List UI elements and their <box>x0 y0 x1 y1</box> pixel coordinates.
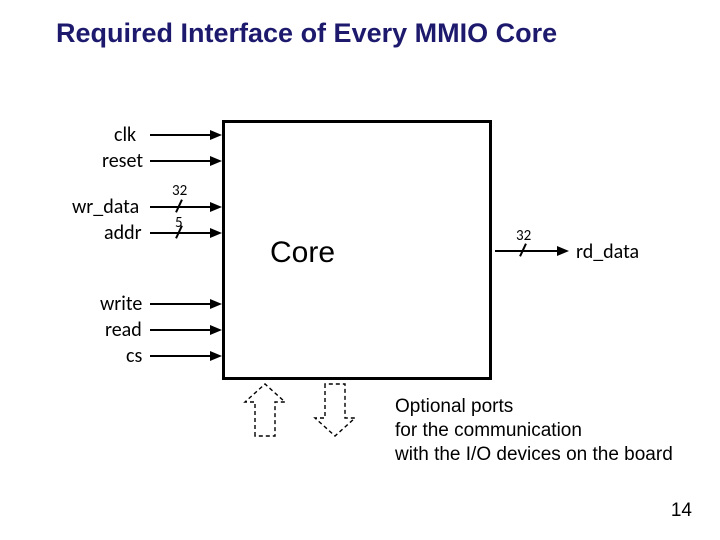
arrow-wrdata <box>150 206 212 208</box>
arrow-tip-write <box>210 299 222 309</box>
core-box <box>222 120 492 380</box>
mmio-core-diagram: Core clk reset wr_data addr write read c… <box>0 120 720 440</box>
port-label-read: read <box>105 318 142 342</box>
port-label-clk: clk <box>114 123 136 147</box>
arrow-write <box>150 303 212 305</box>
arrow-clk <box>150 134 212 136</box>
arrow-tip-cs <box>210 351 222 361</box>
caption-line-3: with the I/O devices on the board <box>395 443 673 467</box>
port-label-addr: addr <box>104 221 142 245</box>
arrow-tip-reset <box>210 156 222 166</box>
arrow-tip-rddata <box>557 246 569 256</box>
port-label-rddata: rd_data <box>576 240 639 264</box>
bus-width-addr: 5 <box>175 214 183 232</box>
arrow-rddata <box>495 250 559 252</box>
arrow-addr <box>150 232 212 234</box>
arrow-tip-clk <box>210 130 222 140</box>
caption-line-2: for the communication <box>395 419 673 443</box>
port-label-cs: cs <box>126 344 142 368</box>
port-label-reset: reset <box>102 149 143 173</box>
bus-width-wrdata: 32 <box>172 182 187 200</box>
arrow-tip-addr <box>210 228 222 238</box>
core-label: Core <box>270 236 335 270</box>
optional-ports-arrows <box>225 380 385 450</box>
arrow-reset <box>150 160 212 162</box>
bus-width-rddata: 32 <box>516 227 531 245</box>
port-label-write: write <box>100 292 142 316</box>
arrow-read <box>150 329 212 331</box>
caption-line-1: Optional ports <box>395 395 673 419</box>
optional-ports-caption: Optional ports for the communication wit… <box>395 395 673 466</box>
arrow-tip-wrdata <box>210 202 222 212</box>
slide-title: Required Interface of Every MMIO Core <box>56 18 557 49</box>
port-label-wrdata: wr_data <box>72 195 139 219</box>
page-number: 14 <box>671 500 692 522</box>
arrow-cs <box>150 355 212 357</box>
arrow-tip-read <box>210 325 222 335</box>
